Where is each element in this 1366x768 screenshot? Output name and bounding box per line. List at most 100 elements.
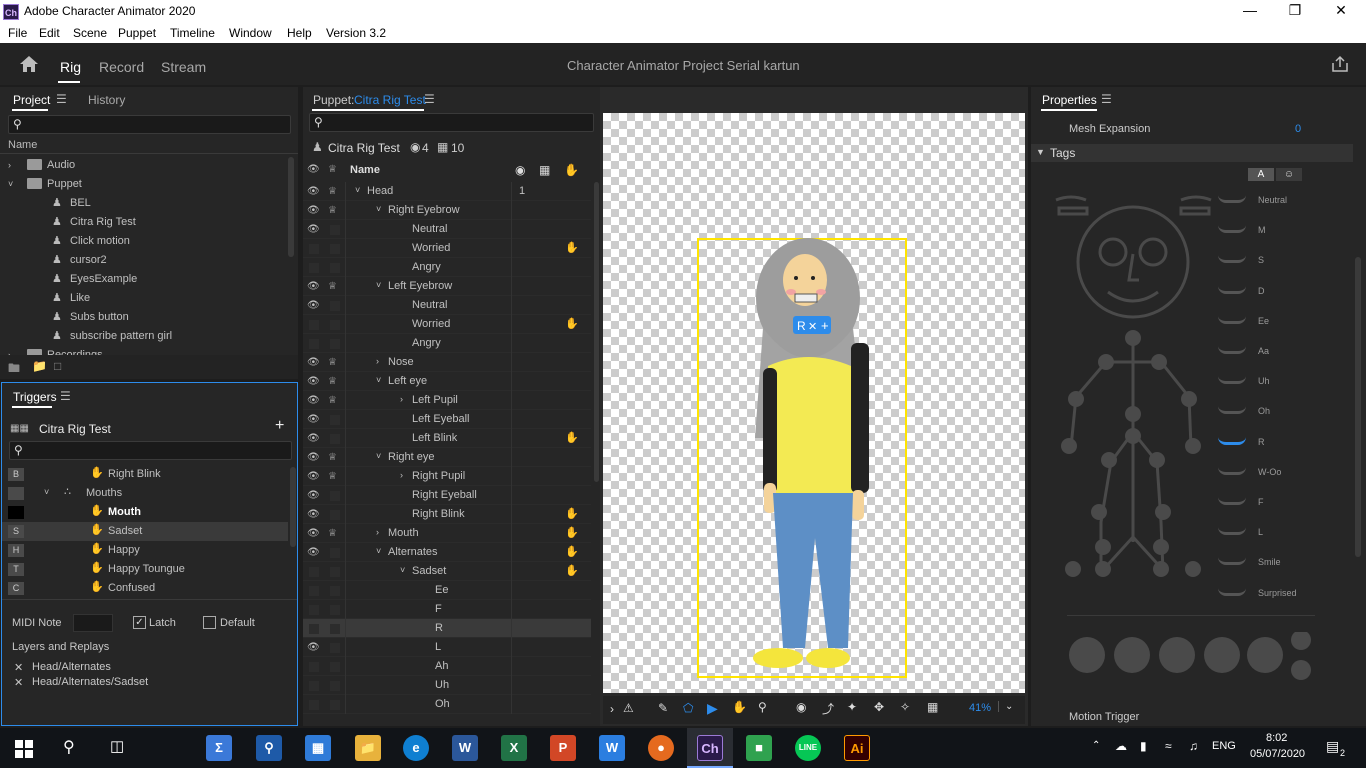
eye-icon[interactable]: 👁 — [307, 528, 320, 539]
crown-icon[interactable]: ♕ — [328, 186, 337, 197]
layer-row[interactable]: 👁 Neutral — [303, 296, 591, 315]
trigger-item[interactable]: B ✋ Right Blink — [2, 465, 288, 484]
layer-row[interactable]: Worried ✋ — [303, 239, 591, 258]
home-icon[interactable] — [19, 55, 39, 73]
pen-tool-icon[interactable]: ✎ — [658, 701, 668, 715]
trigger-item[interactable]: H ✋ Happy — [2, 541, 288, 560]
trigger-key-badge[interactable]: B — [8, 468, 24, 481]
chevron-icon[interactable]: ˅ — [376, 280, 381, 290]
close-icon[interactable]: ✕ — [1321, 2, 1361, 19]
trigger-key-badge[interactable]: H — [8, 544, 24, 557]
column-name[interactable]: Name — [8, 139, 37, 151]
mesh-expansion-value[interactable]: 0 — [1295, 123, 1301, 135]
viseme-tag[interactable]: D — [1216, 284, 1346, 304]
crown-icon[interactable]: ♕ — [328, 376, 337, 387]
trigger-hand-icon[interactable]: ✋ — [565, 431, 579, 444]
battery-icon[interactable]: ▮ — [1140, 739, 1147, 753]
tab-stream[interactable]: Stream — [161, 59, 206, 75]
chevron-icon[interactable]: ˅ — [376, 204, 381, 214]
layer-row[interactable]: 👁 Left Eyeball — [303, 410, 591, 429]
layer-row[interactable]: 👁 ♕ › Mouth ✋ — [303, 524, 591, 543]
taskbar-app-green[interactable]: ■ — [746, 735, 772, 761]
viseme-tag[interactable]: Uh — [1216, 374, 1346, 394]
volume-icon[interactable]: ♫ — [1189, 739, 1198, 753]
layer-row[interactable]: R — [303, 619, 591, 638]
puppet-character[interactable]: R ✕ + — [733, 238, 893, 678]
search-icon[interactable]: ⚲ — [63, 737, 75, 757]
project-item[interactable]: › Audio — [0, 157, 285, 176]
viseme-tag[interactable]: L — [1216, 525, 1346, 545]
crown-icon[interactable]: ♕ — [328, 528, 337, 539]
clock-time[interactable]: 8:02 — [1266, 732, 1287, 744]
trigger-item[interactable]: S ✋ Sadset — [2, 522, 288, 541]
notification-icon[interactable]: ▤ — [1326, 738, 1339, 755]
chevron-down-icon[interactable]: ⌄ — [998, 701, 1013, 712]
eye-icon[interactable]: 👁 — [307, 509, 320, 520]
menu-help[interactable]: Help — [287, 26, 312, 40]
layer-row[interactable]: 👁 Right Eyeball — [303, 486, 591, 505]
pin-tool-icon[interactable]: ✦ — [847, 700, 857, 714]
body-tag-diagram[interactable] — [1051, 192, 1221, 702]
powerpoint-icon[interactable]: P — [550, 735, 576, 761]
character-animator-icon[interactable]: Ch — [697, 735, 723, 761]
trigger-key-badge[interactable]: T — [8, 563, 24, 576]
independent-toggle[interactable] — [330, 643, 340, 653]
zoom-tool-icon[interactable]: ⚲ — [758, 700, 767, 714]
remove-layer-icon[interactable]: ✕ — [14, 661, 23, 674]
independent-toggle[interactable] — [330, 567, 340, 577]
independent-toggle[interactable] — [330, 339, 340, 349]
layer-row[interactable]: 👁 ˅ Alternates ✋ — [303, 543, 591, 562]
viseme-tag[interactable]: Smile — [1216, 555, 1346, 575]
chevron-icon[interactable]: ˅ — [376, 546, 381, 556]
eye-icon[interactable]: 👁 — [307, 224, 320, 235]
layer-row[interactable]: Ah — [303, 657, 591, 676]
chevron-icon[interactable]: ˅ — [400, 565, 405, 575]
trigger-item[interactable]: ✋ Mouth — [2, 503, 288, 522]
latch-checkbox[interactable]: ✓ — [133, 616, 146, 629]
visibility-toggle[interactable] — [309, 244, 319, 254]
layer-row[interactable]: 👁 ♕ ˅ Right Eyebrow — [303, 201, 591, 220]
tab-record[interactable]: Record — [99, 59, 144, 75]
layer-row[interactable]: F — [303, 600, 591, 619]
visibility-toggle[interactable] — [309, 567, 319, 577]
firefox-icon[interactable]: ● — [648, 735, 674, 761]
layer-row[interactable]: 👁 ♕ ˅ Left Eyebrow — [303, 277, 591, 296]
menu-timeline[interactable]: Timeline — [170, 26, 215, 40]
project-item[interactable]: ♟ Subs button — [0, 309, 285, 328]
visibility-toggle[interactable] — [309, 605, 319, 615]
taskbar-app-2[interactable]: ⚲ — [256, 735, 282, 761]
viseme-tag[interactable]: S — [1216, 253, 1346, 273]
layer-row[interactable]: Ee — [303, 581, 591, 600]
trigger-key-badge[interactable]: C — [8, 582, 24, 595]
trigger-hand-icon[interactable]: ✋ — [565, 545, 579, 558]
trigger-hand-icon[interactable]: ✋ — [565, 507, 579, 520]
language-indicator[interactable]: ENG — [1212, 740, 1236, 752]
eye-icon[interactable]: 👁 — [307, 395, 320, 406]
panel-menu-icon[interactable]: ☰ — [60, 389, 71, 403]
menu-scene[interactable]: Scene — [73, 26, 107, 40]
layer-row[interactable]: 👁 L — [303, 638, 591, 657]
remove-layer-icon[interactable]: ✕ — [14, 676, 23, 689]
tab-rig[interactable]: Rig — [60, 59, 81, 75]
illustrator-icon[interactable]: Ai — [844, 735, 870, 761]
layer-row[interactable]: ˅ Sadset ✋ — [303, 562, 591, 581]
viseme-tag[interactable]: M — [1216, 223, 1346, 243]
visibility-toggle[interactable] — [309, 586, 319, 596]
independent-toggle[interactable] — [330, 510, 340, 520]
scrollbar[interactable] — [288, 157, 294, 257]
eye-icon[interactable]: 👁 — [307, 300, 320, 311]
mesh-tool-icon[interactable]: ⬠ — [683, 701, 693, 715]
layer-row[interactable]: 👁 ♕ ˅ Head 1 — [303, 182, 591, 201]
face-tag-row[interactable] — [1067, 632, 1317, 682]
menu-version[interactable]: Version 3.2 — [326, 26, 386, 40]
eye-icon[interactable]: 👁 — [307, 376, 320, 387]
layer-row[interactable]: 👁 ♕ › Left Pupil — [303, 391, 591, 410]
puppet-name-link[interactable]: Citra Rig Test — [354, 93, 426, 107]
layer-row[interactable]: Angry — [303, 334, 591, 353]
viseme-tag[interactable]: F — [1216, 495, 1346, 515]
eye-icon[interactable]: 👁 — [307, 357, 320, 368]
task-view-icon[interactable]: ◫ — [110, 737, 124, 755]
layer-row[interactable]: 👁 ♕ ˅ Left eye — [303, 372, 591, 391]
taskbar-app-3[interactable]: ▦ — [305, 735, 331, 761]
transparency-grid-icon[interactable]: ▦ — [927, 700, 938, 714]
